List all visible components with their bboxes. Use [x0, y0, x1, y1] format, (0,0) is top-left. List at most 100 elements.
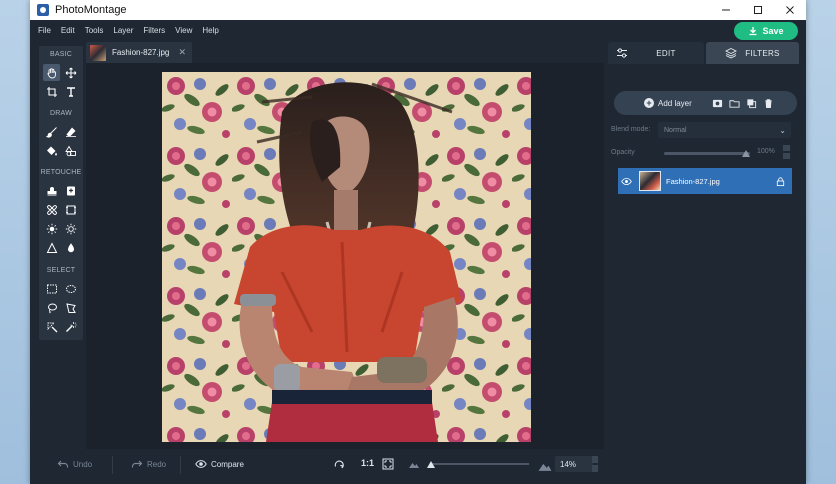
fit-rotate-button[interactable] — [333, 458, 345, 470]
frame-tool[interactable] — [62, 201, 79, 218]
ellipse-select-tool[interactable] — [62, 280, 79, 297]
tab-edit[interactable]: EDIT — [608, 42, 704, 64]
chevron-down-icon: ⌄ — [779, 125, 786, 135]
duplicate-icon[interactable] — [746, 98, 757, 109]
zoom-out-button[interactable] — [408, 458, 420, 470]
zoom-slider-handle[interactable] — [427, 461, 435, 468]
lock-icon[interactable] — [775, 176, 786, 187]
zoom-in-button[interactable] — [538, 458, 552, 472]
hand-tool[interactable] — [43, 64, 60, 81]
redo-label: Redo — [147, 459, 167, 469]
magic-wand-tool[interactable] — [43, 318, 60, 335]
shape-tool[interactable] — [62, 142, 79, 159]
document-tab[interactable]: Fashion-827.jpg ✕ — [86, 42, 192, 63]
close-icon — [786, 6, 794, 14]
blur-tool[interactable] — [62, 239, 79, 256]
photo-image — [162, 72, 531, 442]
sun-outline-icon — [65, 223, 76, 234]
folder-icon[interactable] — [729, 98, 740, 109]
tab-filters-label: FILTERS — [745, 48, 780, 58]
compare-eye-icon — [195, 460, 207, 468]
eraser-tool[interactable] — [62, 123, 79, 140]
save-button[interactable]: Save — [734, 22, 798, 40]
zoom-slider-track[interactable] — [430, 463, 529, 465]
ellipse-select-icon — [65, 284, 76, 293]
stamp-icon — [47, 186, 56, 195]
polygon-lasso-tool[interactable] — [62, 299, 79, 316]
compare-label: Compare — [211, 459, 244, 469]
crop-tool[interactable] — [43, 83, 60, 100]
brighten-tool[interactable] — [43, 220, 60, 237]
menu-layer[interactable]: Layer — [113, 26, 133, 35]
move-tool[interactable] — [62, 64, 79, 81]
menu-file[interactable]: File — [38, 26, 51, 35]
layer-thumbnail — [639, 171, 661, 191]
fill-tool[interactable] — [43, 142, 60, 159]
text-tool[interactable] — [62, 83, 79, 100]
rect-select-tool[interactable] — [43, 280, 60, 297]
polygon-lasso-icon — [65, 302, 76, 313]
bandage-tool[interactable] — [43, 201, 60, 218]
drop-icon — [67, 242, 74, 252]
brush-tool[interactable] — [43, 123, 60, 140]
layer-toolbar: + Add layer — [614, 91, 797, 115]
undo-button[interactable]: Undo — [57, 458, 92, 470]
opacity-spinner[interactable] — [783, 145, 790, 159]
fit-screen-button[interactable] — [382, 458, 394, 470]
frame-icon — [65, 205, 76, 214]
canvas-area[interactable] — [86, 63, 604, 449]
healing-tool[interactable] — [62, 182, 79, 199]
opacity-slider-handle[interactable] — [742, 150, 750, 157]
magic-select-icon — [47, 322, 57, 332]
blend-mode-label: Blend mode: — [611, 126, 651, 133]
right-panel: EDIT FILTERS + Add layer Blend mode: Nor… — [605, 41, 806, 484]
eye-icon[interactable] — [621, 176, 632, 187]
close-tab-icon[interactable]: ✕ — [178, 47, 186, 58]
menu-help[interactable]: Help — [202, 26, 218, 35]
tab-thumbnail — [90, 44, 106, 61]
zoom-value-field[interactable]: 14% — [555, 456, 593, 472]
sliders-icon — [617, 48, 627, 58]
minimize-icon — [722, 9, 730, 11]
redo-icon — [131, 460, 143, 468]
layer-item[interactable]: Fashion-827.jpg — [618, 168, 792, 194]
move-icon — [65, 67, 76, 78]
add-layer-button[interactable]: + Add layer — [644, 98, 692, 108]
rectangle-select-icon — [46, 284, 57, 293]
eraser-icon — [65, 127, 76, 137]
menu-view[interactable]: View — [175, 26, 192, 35]
title-bar: PhotoMontage — [30, 0, 806, 20]
wand-icon — [65, 321, 76, 332]
lasso-tool[interactable] — [43, 299, 60, 316]
magic-wand-tool-2[interactable] — [62, 318, 79, 335]
actual-size-button[interactable]: 1:1 — [361, 458, 374, 468]
tab-filters[interactable]: FILTERS — [706, 42, 799, 64]
darken-tool[interactable] — [62, 220, 79, 237]
zoom-spinner[interactable] — [592, 456, 598, 472]
fit-screen-icon — [382, 458, 394, 470]
section-label-draw: DRAW — [50, 110, 72, 117]
paint-bucket-icon — [46, 146, 57, 155]
image-layer-icon[interactable] — [712, 98, 723, 109]
maximize-button[interactable] — [742, 0, 774, 20]
plus-icon: + — [644, 98, 654, 108]
download-icon — [749, 27, 757, 36]
sharpen-tool[interactable] — [43, 239, 60, 256]
undo-icon — [57, 460, 69, 468]
opacity-slider-track[interactable] — [664, 152, 750, 155]
menu-bar: File Edit Tools Layer Filters View Help — [30, 20, 806, 41]
layer-actions — [712, 98, 774, 109]
menu-filters[interactable]: Filters — [143, 26, 165, 35]
trash-icon[interactable] — [763, 98, 774, 109]
menu-edit[interactable]: Edit — [61, 26, 75, 35]
clone-stamp-tool[interactable] — [43, 182, 60, 199]
close-window-button[interactable] — [774, 0, 806, 20]
compare-button[interactable]: Compare — [195, 458, 244, 470]
triangle-icon — [46, 241, 57, 253]
tab-edit-label: EDIT — [656, 48, 676, 58]
minimize-button[interactable] — [710, 0, 742, 20]
document-tab-label: Fashion-827.jpg — [112, 48, 170, 57]
redo-button[interactable]: Redo — [131, 458, 166, 470]
blend-mode-select[interactable]: Normal ⌄ — [658, 122, 791, 138]
menu-tools[interactable]: Tools — [85, 26, 104, 35]
